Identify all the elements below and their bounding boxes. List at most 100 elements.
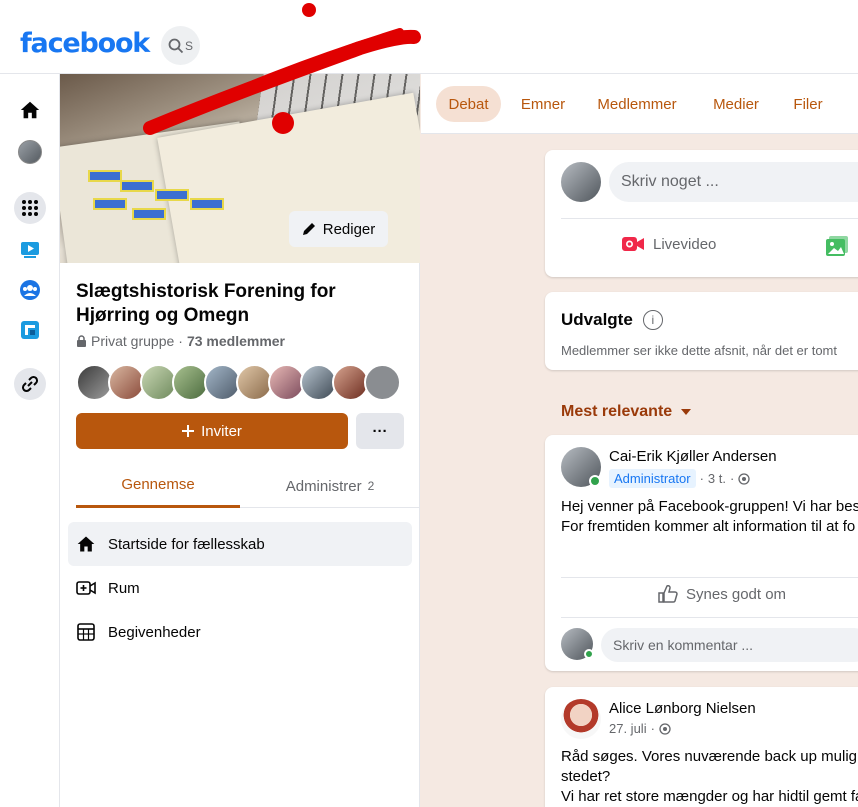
online-status-dot	[589, 475, 601, 487]
thumbs-up-icon	[658, 585, 678, 603]
search-button[interactable]: S	[161, 26, 200, 65]
rail-home-button[interactable]	[14, 94, 46, 126]
photo-video-button[interactable]	[825, 235, 849, 262]
post-text-line: Hej venner på Facebook-gruppen! Vi har b…	[561, 498, 858, 515]
home-icon	[77, 536, 95, 552]
rail-watch-button[interactable]	[14, 234, 46, 266]
post-author-name[interactable]: Cai-Erik Kjøller Andersen	[609, 448, 777, 465]
group-member-count[interactable]: 73 medlemmer	[187, 333, 285, 349]
group-name[interactable]: Slægtshistorisk Forening for Hjørring og…	[76, 280, 376, 328]
menu-grid-icon	[22, 200, 38, 216]
gaming-icon	[21, 321, 39, 339]
photo-icon	[826, 236, 848, 256]
rail-groups-button[interactable]	[14, 274, 46, 306]
group-tabs-bar: Debat Emner Medlemmer Medier Filer	[421, 74, 858, 134]
tab-browse[interactable]: Gennemse	[76, 464, 240, 508]
link-icon	[21, 375, 39, 393]
featured-subtitle: Medlemmer ser ikke dette afsnit, når det…	[561, 343, 837, 358]
sort-dropdown[interactable]: Mest relevante	[561, 403, 692, 421]
post-text-line: Vi har ret store mængder og har hidtil g…	[561, 788, 858, 805]
nav-label: Startside for fællesskab	[108, 535, 265, 553]
post-card: Cai-Erik Kjøller Andersen Administrator …	[545, 435, 858, 671]
post-text-line: For fremtiden kommer alt information til…	[561, 518, 856, 535]
home-icon	[20, 101, 40, 119]
group-meta: Privat gruppe · 73 medlemmer	[76, 333, 285, 349]
meta-dot: ·	[730, 471, 735, 486]
rail-gaming-button[interactable]	[14, 314, 46, 346]
group-side-panel: Rediger Slægtshistorisk Forening for Hjø…	[60, 74, 420, 807]
video-room-icon	[76, 581, 96, 595]
post-author-avatar[interactable]	[561, 699, 601, 739]
live-video-label: Livevideo	[653, 235, 717, 253]
tab-members[interactable]: Medlemmer	[587, 86, 687, 122]
post-divider	[561, 577, 858, 578]
post-meta: Administrator · 3 t. ·	[609, 469, 750, 488]
plus-icon	[182, 425, 195, 437]
rail-link-button[interactable]	[14, 368, 46, 400]
cover-chart-box	[88, 170, 122, 182]
globe-icon	[659, 722, 671, 735]
live-video-icon	[622, 237, 644, 251]
online-status-dot	[584, 649, 594, 659]
tab-manage-count: 2	[367, 479, 375, 493]
cover-chart-box	[93, 198, 127, 210]
nav-label: Rum	[108, 579, 140, 597]
edit-cover-label: Rediger	[322, 220, 376, 238]
tab-topics[interactable]: Emner	[511, 86, 575, 122]
lock-icon	[77, 335, 86, 347]
cover-chart-box	[132, 208, 166, 220]
composer-divider	[561, 218, 858, 219]
post-author-name[interactable]: Alice Lønborg Nielsen	[609, 700, 756, 717]
post-time[interactable]: 27. juli	[609, 721, 647, 736]
left-icon-rail	[0, 74, 60, 807]
edit-cover-button[interactable]: Rediger	[289, 211, 388, 247]
cover-chart-box	[120, 180, 154, 192]
nav-label: Begivenheder	[108, 623, 201, 641]
post-divider	[561, 617, 858, 618]
calendar-icon	[77, 623, 95, 641]
composer-input[interactable]: Skriv noget ...	[609, 162, 858, 202]
cover-chart-box	[155, 189, 189, 201]
nav-rooms[interactable]: Rum	[68, 566, 412, 610]
tab-media[interactable]: Medier	[701, 86, 771, 122]
search-icon	[168, 38, 184, 53]
tab-files[interactable]: Filer	[783, 86, 833, 122]
pencil-icon	[302, 223, 315, 235]
member-avatars[interactable]	[76, 364, 401, 402]
more-options-button[interactable]: ···	[356, 413, 404, 449]
comment-input[interactable]: Skriv en kommentar ...	[601, 628, 858, 662]
info-icon[interactable]: i	[642, 310, 663, 330]
featured-title: Udvalgte	[561, 310, 633, 329]
like-button[interactable]: Synes godt om	[658, 585, 786, 603]
nav-events[interactable]: Begivenheder	[68, 610, 412, 654]
meta-dot: ·	[650, 721, 655, 736]
group-privacy[interactable]: Privat gruppe	[91, 333, 174, 349]
rail-menu-button[interactable]	[14, 192, 46, 224]
featured-section: Udvalgte i Medlemmer ser ikke dette afsn…	[545, 292, 858, 370]
globe-icon	[738, 472, 750, 485]
facebook-logo[interactable]: facebook	[20, 28, 150, 59]
admin-badge[interactable]: Administrator	[609, 469, 696, 488]
post-text-line: Råd søges. Vores nuværende back up mulig…	[561, 748, 858, 765]
post-time[interactable]: 3 t.	[708, 471, 726, 486]
member-avatar-placeholder[interactable]	[364, 364, 401, 401]
meta-separator: ·	[178, 333, 183, 349]
post-text-line: stedet?	[561, 768, 611, 785]
featured-header: Udvalgte i	[561, 310, 663, 330]
cover-chart-box	[190, 198, 224, 210]
live-video-button[interactable]: Livevideo	[621, 235, 716, 253]
tab-manage-label: Administrer	[285, 477, 362, 495]
post-composer: Skriv noget ... Livevideo	[545, 150, 858, 277]
groups-icon	[20, 280, 40, 300]
meta-dot: ·	[699, 471, 704, 486]
nav-community-home[interactable]: Startside for fællesskab	[68, 522, 412, 566]
invite-button[interactable]: Inviter	[76, 413, 348, 449]
panel-tabs: Gennemse Administrer 2	[76, 464, 420, 508]
tab-debate[interactable]: Debat	[436, 86, 501, 122]
tab-manage[interactable]: Administrer 2	[246, 464, 414, 508]
rail-profile-button[interactable]	[14, 136, 46, 168]
invite-label: Inviter	[201, 422, 242, 440]
group-cover-photo: Rediger	[60, 74, 420, 263]
composer-avatar[interactable]	[561, 162, 601, 202]
search-placeholder: S	[184, 38, 193, 53]
